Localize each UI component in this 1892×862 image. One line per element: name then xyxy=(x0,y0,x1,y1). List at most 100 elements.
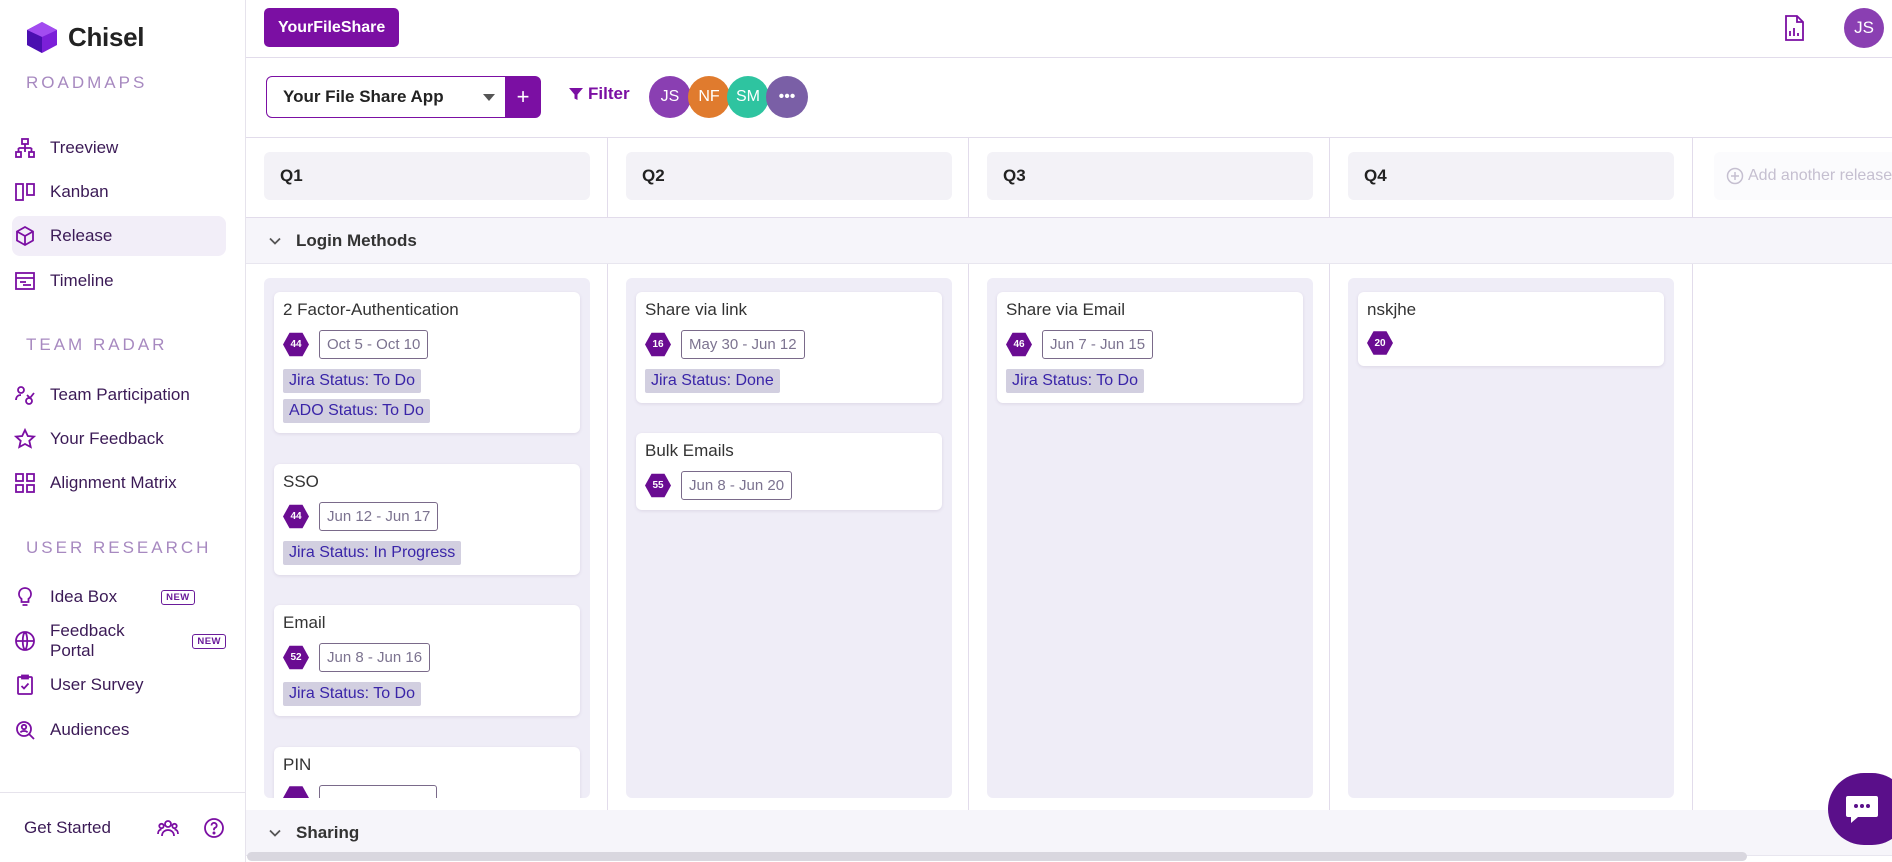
feature-card[interactable]: Share via link 16 May 30 - Jun 12 Jira S… xyxy=(636,292,942,403)
sidebar-item-kanban[interactable]: Kanban xyxy=(12,172,226,212)
community-icon[interactable] xyxy=(157,817,179,839)
chat-widget-button[interactable] xyxy=(1828,773,1892,845)
globe-icon xyxy=(14,630,36,652)
status-tag: Jira Status: In Progress xyxy=(283,541,462,565)
feature-card[interactable]: SSO 44 Jun 12 - Jun 17 Jira Status: In P… xyxy=(274,464,580,575)
group-row-login-methods[interactable]: Login Methods xyxy=(246,218,1892,264)
sidebar-item-timeline[interactable]: Timeline xyxy=(12,261,226,301)
feature-card[interactable]: 2 Factor-Authentication 44 Oct 5 - Oct 1… xyxy=(274,292,580,433)
member-avatars: JS NF SM ••• xyxy=(649,76,808,118)
status-tag: Jira Status: Done xyxy=(645,369,780,393)
sidebar-item-label: Idea Box xyxy=(50,587,118,606)
chevron-down-icon[interactable] xyxy=(268,826,282,840)
sidebar-item-label: Alignment Matrix xyxy=(50,473,177,492)
date-range[interactable]: Oct 5 - Oct 10 xyxy=(319,330,429,359)
date-range[interactable]: Jun 7 - Jun 15 xyxy=(1042,330,1154,359)
score-hex-badge xyxy=(283,786,309,798)
report-document-icon[interactable] xyxy=(1782,15,1806,41)
column-header-q4[interactable]: Q4 xyxy=(1348,152,1674,200)
chisel-logo-icon xyxy=(27,22,57,53)
card-title: Share via link xyxy=(645,300,748,319)
card-title: 2 Factor-Authentication xyxy=(283,300,459,319)
section-title-user-research: USER RESEARCH xyxy=(26,538,212,557)
lane-q1: 2 Factor-Authentication 44 Oct 5 - Oct 1… xyxy=(264,278,590,798)
release-board: Q1 Q2 Q3 Q4 Add another release Login Me… xyxy=(246,138,1892,862)
filter-button[interactable]: Filter xyxy=(568,84,630,104)
member-avatar[interactable]: SM xyxy=(727,76,769,118)
member-avatar[interactable]: NF xyxy=(688,76,730,118)
feature-card[interactable]: PIN xyxy=(274,747,580,798)
lightbulb-icon xyxy=(14,586,36,608)
group-row-sharing[interactable]: Sharing xyxy=(246,810,1892,856)
date-range[interactable]: May 30 - Jun 12 xyxy=(681,330,805,359)
status-tag: Jira Status: To Do xyxy=(283,682,421,706)
kanban-icon xyxy=(14,181,36,203)
date-range[interactable] xyxy=(319,785,437,798)
date-range[interactable]: Jun 12 - Jun 17 xyxy=(319,502,439,531)
user-avatar[interactable]: JS xyxy=(1844,8,1884,48)
filter-label: Filter xyxy=(588,84,630,103)
feature-card[interactable]: Share via Email 46 Jun 7 - Jun 15 Jira S… xyxy=(997,292,1303,403)
sidebar-item-release[interactable]: Release xyxy=(12,216,226,256)
new-badge: NEW xyxy=(192,633,226,649)
score-hex-badge: 44 xyxy=(283,504,309,529)
get-started-link[interactable]: Get Started xyxy=(24,818,111,838)
sidebar-item-your-feedback[interactable]: Your Feedback xyxy=(12,419,226,459)
card-title: nskjhe xyxy=(1367,300,1417,319)
sidebar-item-feedback-portal[interactable]: Feedback Portal NEW xyxy=(12,621,226,661)
column-header-q1[interactable]: Q1 xyxy=(264,152,590,200)
horizontal-scrollbar[interactable] xyxy=(247,852,1747,861)
toolbar: Your File Share App + Filter JS NF SM ••… xyxy=(246,58,1892,138)
sidebar-item-treeview[interactable]: Treeview xyxy=(12,128,226,168)
sidebar-item-label: User Survey xyxy=(50,675,144,694)
feature-card[interactable]: nskjhe 20 xyxy=(1358,292,1664,366)
add-release-button[interactable]: Add another release xyxy=(1714,152,1892,200)
audience-search-icon xyxy=(14,719,36,741)
card-title: Share via Email xyxy=(1006,300,1126,319)
date-range[interactable]: Jun 8 - Jun 20 xyxy=(681,471,793,500)
date-range[interactable]: Jun 8 - Jun 16 xyxy=(319,643,431,672)
sidebar: Chisel ROADMAPS Treeview Kanban Release xyxy=(0,0,246,862)
brand-name: Chisel xyxy=(68,21,145,52)
group-label: Login Methods xyxy=(296,230,417,250)
sidebar-item-label: Kanban xyxy=(50,182,109,201)
release-icon xyxy=(14,225,36,247)
chevron-down-icon[interactable] xyxy=(268,234,282,248)
more-members-icon[interactable]: ••• xyxy=(766,76,808,118)
column-header-q2[interactable]: Q2 xyxy=(626,152,952,200)
sidebar-item-user-survey[interactable]: User Survey xyxy=(12,665,226,705)
add-app-button[interactable]: + xyxy=(505,76,541,118)
star-icon xyxy=(14,428,36,450)
sidebar-item-label: Team Participation xyxy=(50,385,190,404)
help-icon[interactable] xyxy=(203,817,225,839)
sidebar-item-alignment-matrix[interactable]: Alignment Matrix xyxy=(12,463,226,503)
topbar: YourFileShare JS xyxy=(246,0,1892,58)
score-hex-badge: 46 xyxy=(1006,332,1032,357)
workspace-button[interactable]: YourFileShare xyxy=(264,8,400,47)
clipboard-icon xyxy=(14,674,36,696)
sidebar-item-team-participation[interactable]: Team Participation xyxy=(12,375,226,415)
feature-card[interactable]: Bulk Emails 55 Jun 8 - Jun 20 xyxy=(636,433,942,510)
plus-circle-icon xyxy=(1726,167,1744,185)
score-hex-badge: 55 xyxy=(645,473,671,498)
sidebar-item-label: Timeline xyxy=(50,271,114,290)
status-tag: ADO Status: To Do xyxy=(283,399,430,423)
sidebar-item-idea-box[interactable]: Idea Box NEW xyxy=(12,577,226,617)
app-root: Chisel ROADMAPS Treeview Kanban Release xyxy=(0,0,1892,862)
feature-card[interactable]: Email 52 Jun 8 - Jun 16 Jira Status: To … xyxy=(274,605,580,716)
score-hex-badge: 52 xyxy=(283,645,309,670)
lane-q2: Share via link 16 May 30 - Jun 12 Jira S… xyxy=(626,278,952,798)
column-header-q3[interactable]: Q3 xyxy=(987,152,1313,200)
sidebar-item-audiences[interactable]: Audiences xyxy=(12,710,226,750)
card-title: Email xyxy=(283,613,326,632)
lane-q4: nskjhe 20 xyxy=(1348,278,1674,798)
app-select-dropdown[interactable]: Your File Share App xyxy=(266,76,506,118)
section-title-roadmaps: ROADMAPS xyxy=(26,73,148,92)
member-avatar[interactable]: JS xyxy=(649,76,691,118)
status-tag: Jira Status: To Do xyxy=(1006,369,1144,393)
sidebar-footer: Get Started xyxy=(0,792,246,862)
filter-icon xyxy=(569,88,583,100)
score-hex-badge: 20 xyxy=(1367,331,1393,355)
grid-icon xyxy=(14,472,36,494)
brand[interactable]: Chisel xyxy=(24,20,145,54)
